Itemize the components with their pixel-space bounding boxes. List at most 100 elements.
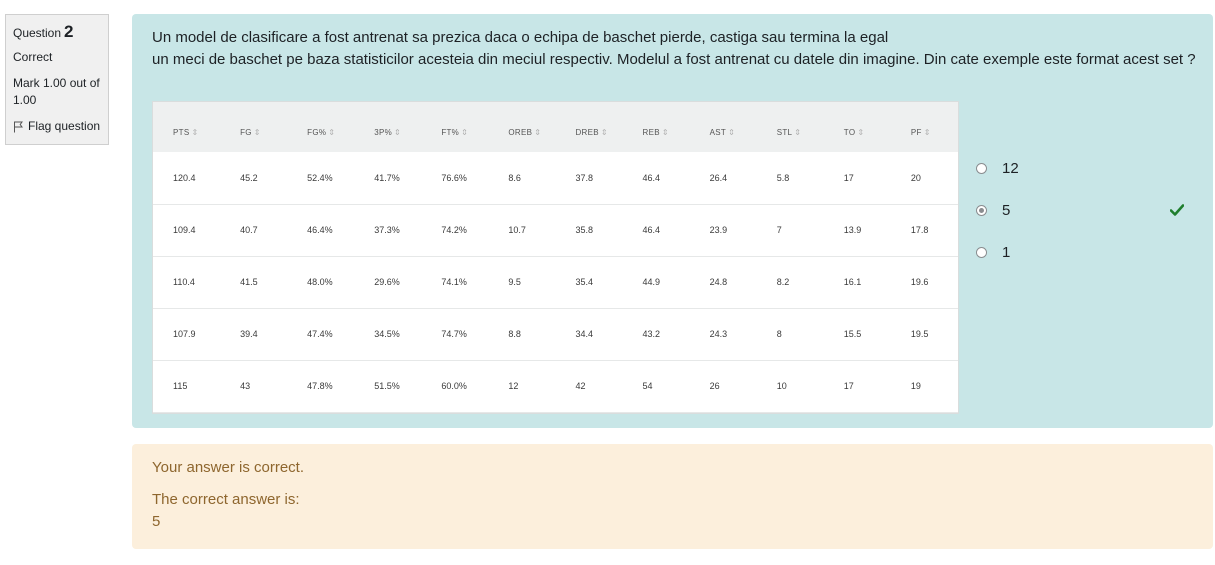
right-answer-label: The correct answer is: [152,491,300,508]
stats-cell: 24.8 [709,277,728,287]
stats-cell: 48.0% [307,277,333,287]
question-info-panel: Question 2 Correct Mark 1.00 out of 1.00… [5,14,109,145]
answer-option-5[interactable]: 5 [976,189,1196,231]
answer-radio[interactable] [976,204,987,216]
stats-cell: 39.4 [240,329,258,339]
stats-cell: 13.9 [843,225,862,235]
stats-cell: 26.4 [709,172,728,183]
flag-icon [13,121,24,133]
stats-cell: 17 [843,381,854,391]
sort-icon: ⇕ [728,128,736,137]
stats-cell: 51.5% [374,381,400,391]
stats-column-header: 3P% ⇕ [354,102,421,152]
stats-cell: 76.6% [441,172,467,183]
right-answer-value: 5 [152,513,161,530]
stats-row: 107.9 39.4 47.4% 34.5% 74.7% 8.8 34.4 43.2 24.3 8… [153,308,958,360]
check-icon [1169,203,1185,220]
stats-cell: 8.6 [508,172,521,183]
stats-cell: 46.4% [307,225,333,235]
question-grade: Mark 1.00 out of 1.00 [13,76,100,107]
team-stats-image: PTS ⇕ FG ⇕ FG% ⇕ 3P% ⇕ FT% ⇕ OREB ⇕ DREB ⇕ REB ⇕ AST ⇕ STL… [152,101,959,414]
sort-icon: ⇕ [600,128,608,137]
column-header-label: FG% [307,128,327,137]
sort-icon: ⇕ [534,128,542,137]
flag-question-label: Flag question [28,119,101,133]
stats-cell: 41.5 [240,277,258,287]
stats-cell: 52.4% [307,172,333,183]
stats-column-header: OREB ⇕ [488,102,555,152]
stats-cell: 37.3% [374,225,400,235]
stats-column-header: FG ⇕ [220,102,287,152]
sort-icon: ⇕ [394,128,402,137]
stats-column-header: AST ⇕ [690,102,757,152]
sort-icon: ⇕ [461,128,469,137]
stats-cell: 10.7 [508,225,526,235]
stats-cell: 9.5 [508,277,521,287]
column-header-label: PTS [173,128,190,137]
right-answer: The correct answer is: 5 [152,489,300,533]
stats-cell: 40.7 [240,225,258,235]
stats-cell: 8 [776,329,782,339]
stats-cell: 46.4 [642,225,661,235]
stats-cell: 47.8% [307,381,333,391]
stats-cell: 29.6% [374,277,400,287]
column-header-label: PF [910,128,922,137]
stats-cell: 17.8 [910,225,929,235]
stats-cell: 74.2% [441,225,467,235]
column-header-label: OREB [508,128,533,137]
stats-cell: 19 [910,381,921,391]
stats-cell: 5.8 [776,172,790,183]
stats-row: 110.4 41.5 48.0% 29.6% 74.1% 9.5 35.4 44.9 24.8 8… [153,256,958,308]
stats-cell: 35.4 [575,277,593,287]
stats-column-header: REB ⇕ [623,102,690,152]
sort-icon: ⇕ [191,128,199,137]
column-header-label: 3P% [374,128,393,137]
stats-cell: 74.1% [441,277,467,287]
answer-option-1[interactable]: 1 [976,231,1196,273]
stats-cell: 15.5 [843,329,862,339]
stats-cell: 8.8 [508,329,521,339]
stats-cell: 110.4 [173,277,195,287]
stats-cell: 26 [709,381,720,391]
stats-cell: 19.6 [910,277,929,287]
stats-cell: 12 [508,381,519,391]
question-feedback: Your answer is correct. The correct answ… [132,444,1213,549]
stats-cell: 109.4 [173,225,196,235]
stats-row: 109.4 40.7 46.4% 37.3% 74.2% 10.7 35.8 46.4 23.9… [153,204,958,256]
stats-cell: 43 [240,381,251,391]
stats-cell: 8.2 [776,277,790,287]
stats-cell: 60.0% [441,381,467,391]
stats-cell: 37.8 [575,172,593,183]
sort-icon: ⇕ [857,128,865,137]
sort-icon: ⇕ [923,128,931,137]
stats-cell: 17 [843,172,854,183]
stats-cell: 24.3 [709,329,728,339]
answer-option-12[interactable]: 12 [976,147,1196,189]
question-state: Correct [13,50,53,64]
question-number-line: Question 2 [13,23,101,42]
stats-column-header: DREB ⇕ [555,102,622,152]
column-header-label: FG [240,128,252,137]
column-header-label: AST [709,128,727,137]
column-header-label: DREB [575,128,599,137]
question-number: 2 [64,22,74,41]
sort-icon: ⇕ [253,128,261,137]
stats-cell: 16.1 [843,277,862,287]
answer-radio[interactable] [976,246,987,258]
stats-row: 120.4 45.2 52.4% 41.7% 76.6% 8.6 37.8 46.4 26.4 5… [153,152,958,204]
sort-icon: ⇕ [328,128,336,137]
stats-column-header: FT% ⇕ [421,102,488,152]
stats-column-header: PF ⇕ [891,102,958,152]
stats-cell: 44.9 [642,277,661,287]
stats-cell: 23.9 [709,225,728,235]
question-formulation: Un model de clasificare a fost antrenat … [132,14,1213,428]
column-header-label: FT% [441,128,460,137]
stats-cell: 20 [910,172,921,183]
answer-radio[interactable] [976,162,987,174]
stats-cell: 115 [173,381,188,391]
stats-cell: 54 [642,381,653,391]
stats-column-header: STL ⇕ [757,102,824,152]
answer-option-label: 1 [1002,243,1011,261]
stats-column-header: PTS ⇕ [153,102,220,152]
flag-question-button[interactable]: Flag question [13,118,101,135]
